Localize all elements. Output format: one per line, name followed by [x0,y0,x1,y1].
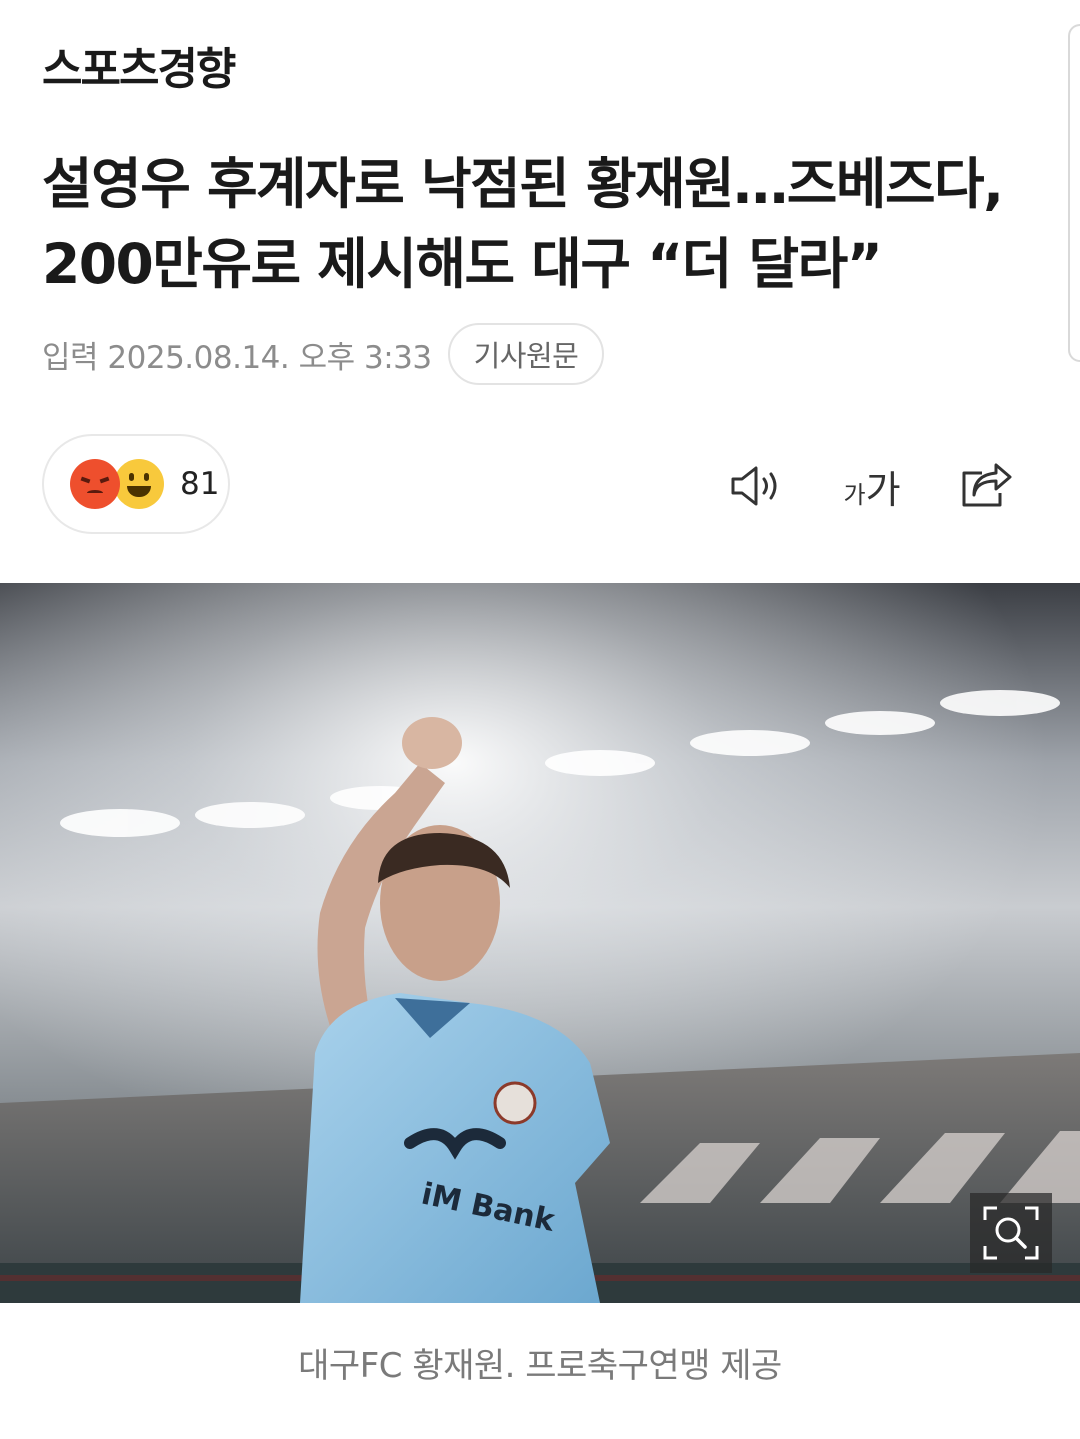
smile-emoji-icon [114,459,164,509]
publish-date: 입력 2025.08.14. 오후 3:33 [42,339,432,376]
article-page: 스포츠경향 설영우 후계자로 낙점된 황재원…즈베즈다, 200만유로 제시해도… [0,0,1080,1439]
font-small-label: 가 [843,480,866,509]
article-meta: 입력 2025.08.14. 오후 3:33 기사원문 [42,322,605,386]
share-button[interactable] [954,458,1018,514]
font-size-button[interactable]: 가 가 [834,458,910,514]
speaker-icon [731,466,777,506]
scroll-indicator[interactable] [1068,24,1080,362]
article-headline: 설영우 후계자로 낙점된 황재원…즈베즈다, 200만유로 제시해도 대구 “더… [42,152,1004,296]
font-large-label: 가 [865,467,901,512]
photo-caption: 대구FC 황재원. 프로축구연맹 제공 [298,1346,782,1386]
publisher-logo[interactable]: 스포츠경향 [42,48,236,92]
photo-zoom-button[interactable] [970,1193,1052,1273]
article-photo[interactable]: iM Bank [0,583,1080,1303]
reaction-button[interactable]: 81 [42,434,230,534]
original-article-button[interactable]: 기사원문 [447,323,605,385]
angry-emoji-icon [70,459,120,509]
zoom-search-icon [983,1206,1039,1260]
reaction-count: 81 [180,466,220,502]
share-icon [962,463,1012,507]
text-to-speech-button[interactable] [724,458,788,514]
player-photo: iM Bank [0,583,1080,1303]
